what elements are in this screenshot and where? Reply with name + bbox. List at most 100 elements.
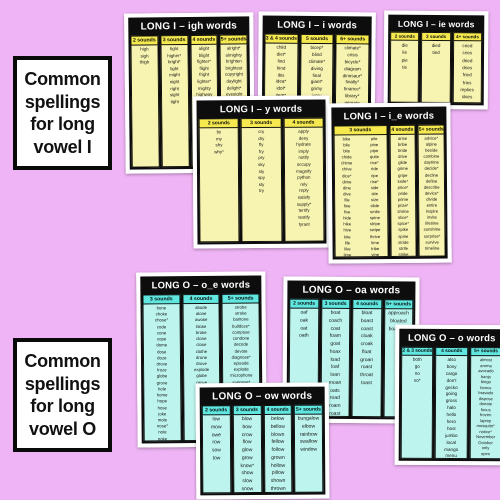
column-header: 4 sounds (182, 293, 220, 305)
column-header: 4 sounds (189, 34, 218, 45)
word-item: bellow (270, 423, 285, 430)
column-4-sounds[interactable]: 4 sounds apply deny hydrate imply notify occu… (283, 117, 325, 242)
column-4plus-sounds[interactable]: 4+ sounds cried cries dried dries fried fries… (452, 32, 483, 104)
word-list: arise bribe bride drive glide grime gripe knife… (389, 134, 417, 257)
word-item: tie (402, 64, 408, 70)
word-item: bow (242, 423, 252, 430)
column-2-sounds[interactable]: 2 sounds by my shy why* (198, 118, 240, 243)
card-columns: 3 sounds bike bile bite chide chime chive dice… (333, 124, 446, 258)
card-title: LONG I – ie words (397, 18, 475, 30)
column-header: 5+ sounds (221, 293, 260, 304)
word-item: blown (271, 431, 285, 438)
column-5plus-sounds[interactable]: 5+ sounds bungalow elbow rainbow swallow win… (293, 404, 324, 493)
word-item: oat (300, 325, 308, 332)
column-2-sounds[interactable]: 2 sounds high sigh thigh (130, 35, 160, 168)
card-title: LONG I – y words (219, 103, 303, 116)
word-item: below (271, 415, 285, 422)
column-2-3-sounds[interactable]: 2 & 3 sounds both go no so* (400, 346, 434, 459)
column-header: 2 sounds (289, 298, 319, 309)
column-4-sounds[interactable]: 4 sounds also bony cargo don't gecko going gro… (434, 346, 468, 460)
column-3-sounds[interactable]: 3 sounds died tied (421, 31, 451, 104)
word-item: know* (240, 462, 255, 469)
word-list: apply deny hydrate imply notify occupy magnify… (283, 127, 325, 242)
word-item: low (212, 416, 220, 423)
card-title: LONG I – i words (277, 19, 358, 32)
word-item: croak (360, 341, 373, 348)
word-item: tried (453, 101, 480, 103)
word-item: so* (413, 377, 421, 383)
column-5plus-sounds[interactable]: 5+ sounds almost aroma avocado banjo bingo bo… (469, 347, 500, 460)
word-item: pillow (271, 470, 285, 477)
word-item: poke (157, 435, 168, 441)
word-list: die lie pie tie (389, 40, 420, 103)
column-3-sounds[interactable]: 3 sounds bone choke chose* code cone cope dome… (142, 294, 182, 442)
column-4-sounds[interactable]: 4 sounds below bellow blown fellow follow gro… (263, 404, 293, 493)
word-item: toast (361, 379, 372, 386)
card-long-i-ie-words[interactable]: LONG I – ie words 2 sounds die lie pie tie … (383, 10, 489, 110)
word-list: high sigh thigh (130, 45, 160, 168)
column-3-sounds[interactable]: 3 sounds cry dry fly fry pry sky sly spy sty try (240, 117, 283, 243)
word-item: row (212, 439, 221, 446)
word-list: bloat boast coast cloak croak float groan roast… (351, 309, 382, 418)
word-item: throat (360, 372, 373, 379)
column-5plus-sounds[interactable]: 5+ sounds advice* alpine beside combine dayt… (417, 124, 446, 257)
word-item: tied (432, 50, 440, 56)
column-header: 5 sounds (300, 33, 334, 45)
word-item: over (481, 456, 490, 460)
word-item: rainbow (299, 431, 318, 438)
card-columns: 2 & 3 sounds both go no so* 4 sounds also bo… (400, 346, 500, 460)
word-item: roast (361, 364, 373, 371)
column-3-sounds[interactable]: 3 sounds blow bow crow flow glow grow know* sho… (232, 405, 262, 494)
poster-canvas: Common spellings for long vowel I Common… (0, 0, 500, 500)
word-item: blow (241, 416, 253, 423)
word-item: bloat (361, 310, 373, 317)
word-item: cloak (360, 333, 373, 340)
word-item: loaf (331, 364, 340, 371)
card-long-o-ow-words[interactable]: LONG O – ow words 2 sounds low mow owe row s… (195, 382, 330, 500)
word-item: coach (328, 317, 343, 324)
column-header: 3 & 4 sounds (264, 33, 299, 44)
word-item: hollow (270, 462, 286, 469)
column-header: 3 sounds (142, 294, 181, 305)
word-item: vine (371, 251, 380, 257)
word-item: timeline (424, 245, 440, 251)
word-list: blow bow crow flow glow grow know* show slow snow… (232, 415, 262, 494)
card-long-i-i_e-words[interactable]: LONG I – i_e words 3 sounds bike bile bite… (327, 102, 452, 264)
column-header: 5+ sounds (219, 34, 248, 45)
word-item: shown (270, 477, 286, 484)
card-columns: 2 sounds by my shy why* 3 sounds cry dry fly f… (198, 117, 325, 243)
column-3-sounds[interactable]: 3 sounds fight higher* bright* light might ni… (160, 35, 190, 168)
word-item: float (361, 348, 372, 355)
word-item: grown (271, 454, 285, 461)
column-2-sounds[interactable]: 2 sounds die lie pie tie (389, 31, 420, 103)
column-4-sounds[interactable]: 4 sounds arise bribe bride drive glide grime g… (388, 124, 417, 257)
column-3-sounds[interactable]: 3 sounds bike bile bite chide chime chive dice… (333, 125, 389, 258)
word-item: tyrant (298, 221, 310, 227)
word-item: coat (330, 325, 341, 332)
card-long-o-o-words[interactable]: LONG O – o words 2 & 3 sounds both go no so… (394, 324, 500, 466)
word-item: loan (330, 371, 340, 378)
word-item: lime (343, 252, 352, 258)
column-2-sounds[interactable]: 2 sounds low mow owe row sow tow (201, 405, 232, 494)
word-item: oath (298, 332, 309, 339)
column-4-sounds[interactable]: 4 sounds bloat boast coast cloak croak float g… (351, 299, 382, 418)
column-header: 5+ sounds (293, 404, 323, 415)
word-item: thrown (270, 485, 286, 492)
column-header: 3 sounds (421, 31, 451, 42)
column-header: 2 sounds (390, 31, 420, 41)
column-header: 3 sounds (320, 298, 351, 309)
word-item: swallow (299, 438, 318, 445)
word-list: died tied (421, 40, 451, 104)
word-item: slow (242, 478, 253, 485)
banner-long-vowel-o-text: Common spellings for long vowel O (24, 351, 101, 439)
column-header: 2 sounds (201, 405, 231, 416)
word-item: mow (210, 424, 222, 431)
card-long-i-y-words[interactable]: LONG I – y words 2 sounds by my shy why* 3 … (192, 95, 331, 249)
card-title: LONG O – ow words (212, 390, 313, 403)
word-item: glow (242, 447, 253, 454)
column-header: 2 sounds (198, 118, 240, 129)
word-list: bungalow elbow rainbow swallow window (294, 414, 324, 493)
word-item: boast (360, 317, 374, 324)
word-item: flow (242, 439, 252, 446)
word-list: below bellow blown fellow follow grown hollow p… (263, 414, 293, 493)
